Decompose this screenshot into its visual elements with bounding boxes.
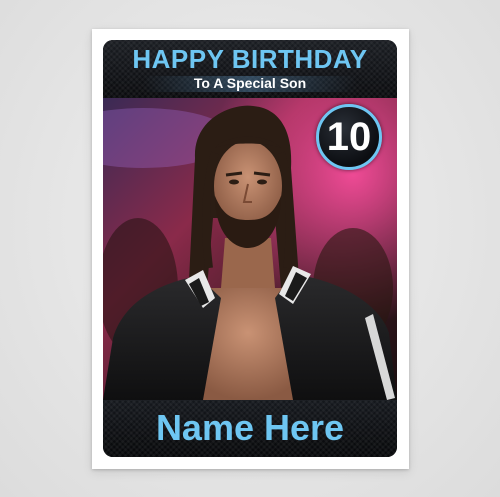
card-subtitle: To A Special Son [193,75,307,91]
age-badge: 10 [316,104,382,170]
card-footer: Name Here [103,400,397,457]
card-panel: HAPPY BIRTHDAY To A Special Son 10 Name … [103,40,397,457]
recipient-name: Name Here [155,407,345,448]
card-title: HAPPY BIRTHDAY [132,44,368,74]
age-number: 10 [326,115,372,159]
birthday-card: HAPPY BIRTHDAY To A Special Son 10 Name … [92,29,409,469]
card-header: HAPPY BIRTHDAY To A Special Son [103,40,397,98]
canvas: HAPPY BIRTHDAY To A Special Son 10 Name … [0,0,500,497]
